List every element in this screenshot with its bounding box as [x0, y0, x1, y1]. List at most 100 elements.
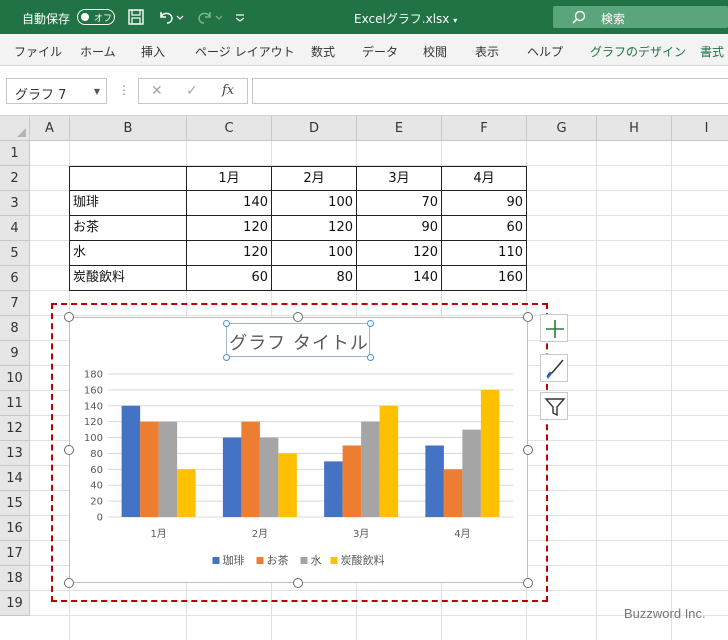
worksheet-grid[interactable]: A B C D E F G H I 1 2 3 4 5 6 7 8 9 10 1…: [0, 116, 728, 640]
table-cell[interactable]: 100: [272, 241, 357, 266]
tab-review[interactable]: 校閲: [423, 43, 447, 60]
tab-home[interactable]: ホーム: [80, 43, 116, 60]
row-header-12[interactable]: 12: [0, 416, 30, 441]
table-cell[interactable]: 110: [442, 241, 527, 266]
row-header-18[interactable]: 18: [0, 566, 30, 591]
row-header-4[interactable]: 4: [0, 216, 30, 241]
resize-handle[interactable]: [64, 312, 74, 322]
row-header-10[interactable]: 10: [0, 366, 30, 391]
bar-chart[interactable]: 0 20 40 60 80 100 120 140 160 180 1月 2月 3月 4月珈琲 お茶 水 炭酸飲…: [70, 318, 529, 584]
row-header-2[interactable]: 2: [0, 166, 30, 191]
row-header-17[interactable]: 17: [0, 541, 30, 566]
cancel-icon[interactable]: ✕: [151, 83, 163, 99]
row-header-9[interactable]: 9: [0, 341, 30, 366]
row-header-3[interactable]: 3: [0, 191, 30, 216]
resize-handle[interactable]: [523, 445, 533, 455]
row-header-6[interactable]: 6: [0, 266, 30, 291]
tab-insert[interactable]: 挿入: [141, 43, 165, 60]
resize-handle[interactable]: [64, 578, 74, 588]
table-row-label[interactable]: お茶: [69, 216, 187, 241]
undo-icon[interactable]: [157, 8, 175, 26]
title-handle[interactable]: [367, 320, 374, 327]
y-tick-label: 100: [84, 433, 103, 444]
formula-input[interactable]: [252, 78, 728, 104]
redo-icon[interactable]: [196, 8, 214, 26]
autosave-toggle[interactable]: オフ: [77, 9, 115, 25]
column-header-d[interactable]: D: [272, 116, 357, 141]
tab-view[interactable]: 表示: [475, 43, 499, 60]
row-header-1[interactable]: 1: [0, 141, 30, 166]
customize-toolbar-icon[interactable]: [234, 8, 246, 26]
table-header-cell[interactable]: 2月: [272, 166, 357, 191]
row-header-16[interactable]: 16: [0, 516, 30, 541]
chart-filters-button[interactable]: [540, 392, 568, 420]
table-cell[interactable]: 60: [187, 266, 272, 291]
table-header-cell[interactable]: 1月: [187, 166, 272, 191]
column-header-e[interactable]: E: [357, 116, 442, 141]
table-cell[interactable]: 90: [442, 191, 527, 216]
row-header-13[interactable]: 13: [0, 441, 30, 466]
chart-title-box[interactable]: グラフ タイトル: [226, 323, 370, 357]
title-handle[interactable]: [367, 354, 374, 361]
name-box-dropdown-icon[interactable]: ▼: [94, 87, 100, 96]
table-cell[interactable]: 80: [272, 266, 357, 291]
insert-function-icon[interactable]: fx: [222, 83, 234, 98]
table-header-cell[interactable]: 4月: [442, 166, 527, 191]
tab-page-layout[interactable]: ページ レイアウト: [195, 43, 295, 60]
table-cell[interactable]: 120: [187, 216, 272, 241]
tab-format[interactable]: 書式: [700, 43, 724, 60]
table-cell[interactable]: 120: [187, 241, 272, 266]
title-handle[interactable]: [223, 354, 230, 361]
column-header-g[interactable]: G: [527, 116, 597, 141]
tab-chart-design[interactable]: グラフのデザイン: [590, 43, 686, 60]
redo-dropdown-icon[interactable]: [215, 8, 223, 26]
column-header-a[interactable]: A: [30, 116, 70, 141]
chart-styles-button[interactable]: [540, 354, 568, 382]
table-cell[interactable]: 140: [357, 266, 442, 291]
row-header-5[interactable]: 5: [0, 241, 30, 266]
table-cell[interactable]: 60: [442, 216, 527, 241]
resize-handle[interactable]: [293, 312, 303, 322]
title-handle[interactable]: [223, 320, 230, 327]
table-cell[interactable]: 90: [357, 216, 442, 241]
select-all-button[interactable]: [0, 116, 30, 141]
row-header-7[interactable]: 7: [0, 291, 30, 316]
row-header-15[interactable]: 15: [0, 491, 30, 516]
column-header-i[interactable]: I: [672, 116, 728, 141]
table-cell[interactable]: 140: [187, 191, 272, 216]
row-header-11[interactable]: 11: [0, 391, 30, 416]
table-cell[interactable]: 120: [272, 216, 357, 241]
column-header-b[interactable]: B: [70, 116, 187, 141]
table-row-label[interactable]: 珈琲: [69, 191, 187, 216]
table-row-label[interactable]: 水: [69, 241, 187, 266]
save-icon[interactable]: [127, 8, 145, 26]
enter-icon[interactable]: ✓: [186, 83, 198, 99]
chart-title[interactable]: グラフ タイトル: [227, 329, 371, 355]
column-header-c[interactable]: C: [187, 116, 272, 141]
table-cell[interactable]: 100: [272, 191, 357, 216]
tab-formulas[interactable]: 数式: [311, 43, 335, 60]
resize-handle[interactable]: [523, 312, 533, 322]
table-header-cell[interactable]: [69, 166, 187, 191]
search-box[interactable]: 検索: [553, 6, 728, 28]
resize-handle[interactable]: [293, 578, 303, 588]
tab-help[interactable]: ヘルプ: [527, 43, 563, 60]
table-row-label[interactable]: 炭酸飲料: [69, 266, 187, 291]
row-header-8[interactable]: 8: [0, 316, 30, 341]
column-header-f[interactable]: F: [442, 116, 527, 141]
table-cell[interactable]: 120: [357, 241, 442, 266]
file-name[interactable]: Excelグラフ.xlsx ▾: [354, 10, 457, 27]
resize-handle[interactable]: [64, 445, 74, 455]
resize-handle[interactable]: [523, 578, 533, 588]
table-header-cell[interactable]: 3月: [357, 166, 442, 191]
table-cell[interactable]: 70: [357, 191, 442, 216]
column-header-h[interactable]: H: [597, 116, 672, 141]
chart-elements-button[interactable]: [540, 314, 568, 342]
name-box[interactable]: グラフ 7 ▼: [6, 78, 107, 104]
tab-data[interactable]: データ: [362, 43, 398, 60]
tab-file[interactable]: ファイル: [14, 43, 62, 60]
table-cell[interactable]: 160: [442, 266, 527, 291]
undo-dropdown-icon[interactable]: [176, 8, 184, 26]
row-header-19[interactable]: 19: [0, 591, 30, 616]
row-header-14[interactable]: 14: [0, 466, 30, 491]
